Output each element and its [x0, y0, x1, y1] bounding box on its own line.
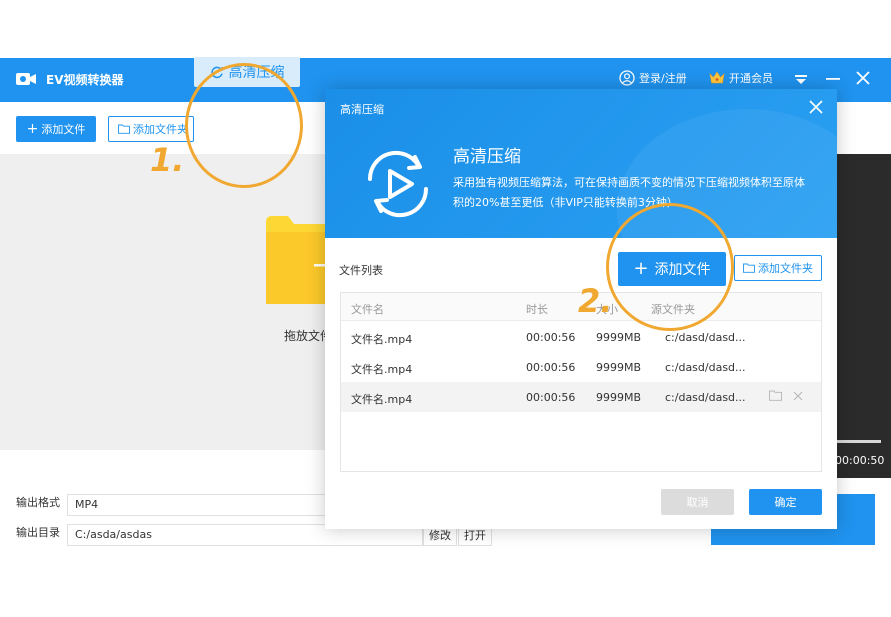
cell-name: 文件名.mp4 [351, 363, 413, 376]
ok-button[interactable]: 确定 [749, 489, 822, 515]
refresh-icon [210, 66, 223, 79]
login-button[interactable]: 登录/注册 [619, 70, 687, 86]
app-title: EV视频转换器 [46, 73, 124, 87]
cell-duration: 00:00:56 [526, 391, 576, 404]
cell-path: c:/dasd/dasd... [665, 331, 746, 344]
user-circle-icon [619, 70, 635, 86]
crown-icon [709, 71, 725, 84]
cell-size: 9999MB [596, 391, 642, 404]
compress-logo-icon [367, 150, 429, 218]
output-dir-row: 输出目录 [16, 524, 68, 540]
hd-compress-button[interactable]: 高清压缩 [194, 57, 300, 87]
dialog-add-file-label: 添加文件 [654, 262, 711, 278]
table-row[interactable]: 文件名.mp4 00:00:56 9999MB c:/dasd/dasd... [341, 352, 821, 382]
dialog-add-folder-label: 添加文件夹 [758, 262, 813, 275]
folder-icon [743, 263, 755, 273]
close-icon[interactable] [808, 99, 824, 115]
add-file-button[interactable]: + 添加文件 [16, 116, 96, 142]
dialog-header: 高清压缩 高清压缩 采用独有视频压缩算法，可在保持画质不变的情况下压缩视频体积至… [325, 89, 837, 238]
table-row[interactable]: 文件名.mp4 00:00:56 9999MB c:/dasd/dasd... [341, 382, 821, 412]
screenshot-stage: EV视频转换器 登录/注册 开通会员 + 添加文件 添加文件夹 拖放文件 00:… [0, 0, 891, 617]
cell-name: 文件名.mp4 [351, 333, 413, 346]
cell-size: 9999MB [596, 361, 642, 374]
cancel-button[interactable]: 取消 [661, 489, 734, 515]
close-window-button[interactable] [854, 68, 872, 88]
add-folder-label: 添加文件夹 [133, 123, 188, 136]
output-format-label: 输出格式 [16, 496, 60, 509]
cell-path: c:/dasd/dasd... [665, 361, 746, 374]
output-format-select[interactable]: MP4 [67, 494, 327, 516]
menu-button[interactable] [792, 68, 810, 88]
output-dir-label: 输出目录 [16, 526, 60, 539]
dialog-heading: 高清压缩 [453, 147, 521, 167]
column-header-duration[interactable]: 时长 [526, 301, 548, 317]
folder-icon [118, 124, 130, 134]
plus-icon: + [26, 121, 39, 137]
plus-icon: + [633, 258, 649, 279]
cell-name: 文件名.mp4 [351, 393, 413, 406]
minimize-button[interactable] [824, 68, 842, 88]
dialog-add-folder-button[interactable]: 添加文件夹 [734, 255, 822, 281]
vip-label: 开通会员 [729, 72, 773, 85]
file-list-label: 文件列表 [339, 264, 383, 277]
preview-progress-bar[interactable] [836, 440, 881, 443]
chevron-down-icon [795, 75, 807, 84]
close-icon [856, 71, 870, 85]
cell-size: 9999MB [596, 331, 642, 344]
camera-icon [16, 73, 36, 85]
dialog-title: 高清压缩 [340, 103, 384, 116]
add-file-label: 添加文件 [41, 123, 86, 136]
step-1-marker: 1. [150, 141, 185, 179]
output-format-row: 输出格式 [16, 494, 68, 510]
preview-time: 00:00:50 [835, 454, 885, 467]
login-label: 登录/注册 [639, 72, 687, 85]
open-folder-icon[interactable] [769, 390, 782, 401]
close-icon[interactable] [793, 391, 803, 401]
add-folder-button[interactable]: 添加文件夹 [108, 116, 194, 142]
hd-compress-label: 高清压缩 [228, 65, 285, 81]
cell-path: c:/dasd/dasd... [665, 391, 746, 404]
dialog-description: 采用独有视频压缩算法，可在保持画质不变的情况下压缩视频体积至原体积的20%甚至更… [453, 176, 805, 209]
folder-icon [266, 216, 326, 304]
video-preview[interactable]: 00:00:50 [832, 154, 891, 478]
cell-duration: 00:00:56 [526, 331, 576, 344]
column-header-name[interactable]: 文件名 [351, 301, 384, 317]
column-header-source[interactable]: 源文件夹 [651, 301, 695, 317]
cell-duration: 00:00:56 [526, 361, 576, 374]
dialog-add-file-button[interactable]: + 添加文件 [618, 252, 726, 286]
minimize-icon [826, 78, 840, 80]
step-2-marker: 2. [578, 282, 613, 320]
vip-button[interactable]: 开通会员 [709, 70, 773, 86]
table-row[interactable]: 文件名.mp4 00:00:56 9999MB c:/dasd/dasd... [341, 322, 821, 352]
